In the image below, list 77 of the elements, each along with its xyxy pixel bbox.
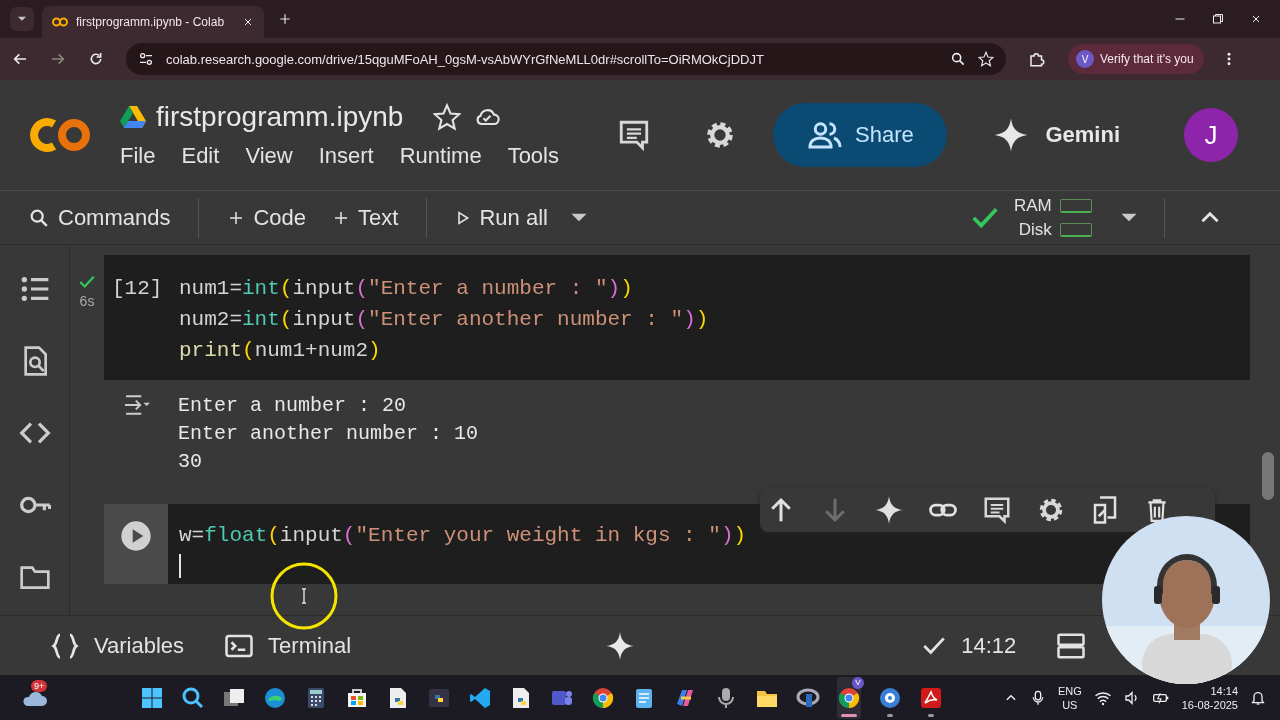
commands-button[interactable]: Commands: [28, 204, 171, 231]
cursor-highlight: [270, 562, 338, 630]
menu-item[interactable]: File: [120, 143, 156, 169]
drive-icon: [120, 105, 146, 129]
new-tab-icon[interactable]: [278, 12, 292, 26]
code-editor-icon: [468, 685, 492, 710]
running-indicator: [928, 713, 934, 717]
zoom-icon[interactable]: [950, 51, 966, 67]
star-icon[interactable]: [433, 103, 462, 131]
sparkle-icon[interactable]: [874, 495, 904, 525]
running-indicator: [887, 713, 893, 717]
profile-avatar: V: [1076, 50, 1094, 68]
site-settings-icon[interactable]: [138, 51, 154, 67]
run-duration: 6s: [79, 293, 95, 309]
start-icon: [140, 685, 164, 710]
menu-item[interactable]: View: [245, 143, 293, 169]
code-line: print(num1+num2): [179, 338, 382, 364]
resource-meter: [1059, 198, 1092, 213]
terminal-button[interactable]: Terminal: [224, 630, 352, 661]
language-indicator[interactable]: ENG US: [1057, 683, 1082, 712]
browser-icon: [591, 685, 615, 710]
bookmark-star-icon[interactable]: [978, 51, 994, 67]
add-code-button[interactable]: Code: [227, 204, 307, 231]
restore-icon[interactable]: [1212, 13, 1224, 25]
notebook-title[interactable]: firstprogramm.ipynb: [156, 101, 404, 133]
run-all-button[interactable]: Run all: [455, 204, 548, 231]
forward-icon[interactable]: [50, 51, 66, 67]
document-icon: [919, 685, 943, 710]
output-line: 30: [178, 449, 203, 475]
account-avatar[interactable]: J: [1184, 108, 1238, 162]
menu-item[interactable]: Insert: [318, 143, 374, 169]
tab-list-button[interactable]: [10, 7, 34, 31]
scrollbar-thumb[interactable]: [1262, 452, 1274, 500]
output-line: Enter a number : 20: [178, 393, 408, 419]
close-icon[interactable]: [242, 16, 254, 28]
resource-label: RAM: [1013, 195, 1052, 216]
execution-count: [12]: [111, 276, 164, 302]
notification-badge: 9+: [31, 679, 48, 692]
address-bar[interactable]: colab.research.google.com/drive/15qguMFoAH_0gsM-vsAbWYrGfNeMLL0dr#scrollTo=OiRMOkCjDDJT: [126, 43, 1006, 75]
badge-icon: [878, 685, 902, 710]
running-indicator: [841, 713, 857, 717]
browser-tab[interactable]: firstprogramm.ipynb - Colab: [42, 6, 264, 38]
puzzle-icon[interactable]: [1028, 50, 1046, 68]
search-icon: [181, 685, 205, 710]
share-button[interactable]: Share: [773, 103, 948, 167]
reload-icon[interactable]: [88, 51, 104, 67]
menu-item[interactable]: Edit: [181, 143, 220, 169]
browser-icon: [837, 685, 861, 710]
browser-icon: [263, 685, 287, 710]
verify-button[interactable]: V Verify that it's you: [1068, 44, 1204, 74]
execution-status[interactable]: 14:12: [921, 632, 1017, 659]
resource-label: Disk: [1018, 219, 1052, 240]
output-line: Enter another number : 10: [178, 421, 479, 447]
close-icon[interactable]: [1250, 13, 1262, 25]
code-line: w=float(input("Enter your weight in kgs : ")): [179, 523, 747, 549]
run-cell-button[interactable]: [120, 520, 152, 552]
resource-meter: [1059, 222, 1092, 237]
clock[interactable]: 14:14 16-08-2025: [1181, 683, 1238, 712]
variables-button[interactable]: Variables: [50, 630, 185, 661]
menu-item[interactable]: Runtime: [399, 143, 482, 169]
comment-icon[interactable]: [982, 495, 1012, 525]
gemini-button[interactable]: Gemini: [987, 116, 1126, 154]
tab-title: firstprogramm.ipynb - Colab: [76, 15, 226, 29]
code-line: num1=int(input("Enter a number : ")): [179, 276, 634, 302]
taskbar-app[interactable]: V: [837, 676, 861, 719]
code-line: num2=int(input("Enter another number : ")): [179, 307, 709, 333]
add-text-button[interactable]: Text: [332, 204, 399, 231]
menu-item[interactable]: Tools: [507, 143, 559, 169]
code-cell[interactable]: [12] num1=int(input("Enter a number : ")) num2=int(input("Enter another number : ")) print(num1+num2): [104, 255, 1250, 380]
back-icon[interactable]: [12, 51, 28, 67]
speaker-icon[interactable]: [1123, 689, 1140, 706]
more-icon[interactable]: [1225, 51, 1232, 67]
notification-bell-icon[interactable]: [1250, 689, 1266, 706]
colab-logo-icon: [52, 17, 68, 27]
profile-badge: V: [852, 676, 864, 689]
wifi-icon[interactable]: [1093, 689, 1112, 706]
url-text: colab.research.google.com/drive/15qguMFoAH_0gsM-vsAbWYrGfNeMLL0dr#scrollTo=OiRMOkCjDDJT: [166, 51, 765, 67]
